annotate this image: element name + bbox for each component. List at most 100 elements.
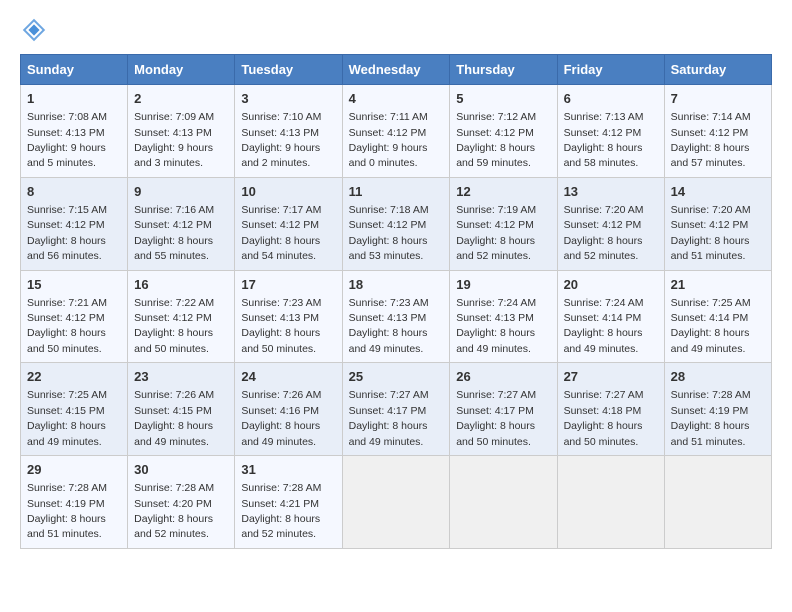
week-row-4: 22 Sunrise: 7:25 AMSunset: 4:15 PMDayligh…: [21, 363, 772, 456]
calendar-cell: 3 Sunrise: 7:10 AMSunset: 4:13 PMDaylight…: [235, 85, 342, 178]
day-detail: Sunrise: 7:16 AMSunset: 4:12 PMDaylight:…: [134, 204, 214, 262]
calendar-cell: 22 Sunrise: 7:25 AMSunset: 4:15 PMDayligh…: [21, 363, 128, 456]
day-number: 26: [456, 368, 550, 386]
day-detail: Sunrise: 7:17 AMSunset: 4:12 PMDaylight:…: [241, 204, 321, 262]
calendar-header-row: SundayMondayTuesdayWednesdayThursdayFrid…: [21, 55, 772, 85]
calendar-cell: 8 Sunrise: 7:15 AMSunset: 4:12 PMDaylight…: [21, 177, 128, 270]
day-number: 3: [241, 90, 335, 108]
calendar-cell: 26 Sunrise: 7:27 AMSunset: 4:17 PMDayligh…: [450, 363, 557, 456]
day-number: 29: [27, 461, 121, 479]
calendar-cell: 30Sunrise: 7:28 AMSunset: 4:20 PMDayligh…: [128, 456, 235, 549]
day-number: 8: [27, 183, 121, 201]
calendar-cell: [557, 456, 664, 549]
calendar-cell: 6Sunrise: 7:13 AMSunset: 4:12 PMDaylight…: [557, 85, 664, 178]
day-number: 16: [134, 276, 228, 294]
calendar-cell: [450, 456, 557, 549]
day-detail: Sunrise: 7:27 AMSunset: 4:17 PMDaylight:…: [349, 389, 429, 447]
day-number: 14: [671, 183, 765, 201]
header-tuesday: Tuesday: [235, 55, 342, 85]
day-detail: Sunrise: 7:12 AMSunset: 4:12 PMDaylight:…: [456, 111, 536, 169]
day-number: 21: [671, 276, 765, 294]
day-detail: Sunrise: 7:24 AMSunset: 4:13 PMDaylight:…: [456, 297, 536, 355]
day-number: 20: [564, 276, 658, 294]
page-header: [20, 16, 772, 44]
calendar-cell: 12Sunrise: 7:19 AMSunset: 4:12 PMDayligh…: [450, 177, 557, 270]
day-number: 10: [241, 183, 335, 201]
day-number: 15: [27, 276, 121, 294]
calendar-cell: 9 Sunrise: 7:16 AMSunset: 4:12 PMDaylight…: [128, 177, 235, 270]
week-row-3: 15 Sunrise: 7:21 AMSunset: 4:12 PMDayligh…: [21, 270, 772, 363]
calendar-cell: 19Sunrise: 7:24 AMSunset: 4:13 PMDayligh…: [450, 270, 557, 363]
day-number: 23: [134, 368, 228, 386]
header-saturday: Saturday: [664, 55, 771, 85]
day-detail: Sunrise: 7:25 AMSunset: 4:15 PMDaylight:…: [27, 389, 107, 447]
day-number: 7: [671, 90, 765, 108]
calendar-cell: 21 Sunrise: 7:25 AMSunset: 4:14 PMDayligh…: [664, 270, 771, 363]
header-sunday: Sunday: [21, 55, 128, 85]
day-detail: Sunrise: 7:18 AMSunset: 4:12 PMDaylight:…: [349, 204, 429, 262]
week-row-5: 29 Sunrise: 7:28 AMSunset: 4:19 PMDayligh…: [21, 456, 772, 549]
day-detail: Sunrise: 7:15 AMSunset: 4:12 PMDaylight:…: [27, 204, 107, 262]
calendar-cell: 20Sunrise: 7:24 AMSunset: 4:14 PMDayligh…: [557, 270, 664, 363]
day-detail: Sunrise: 7:20 AMSunset: 4:12 PMDaylight:…: [564, 204, 644, 262]
calendar-cell: 14 Sunrise: 7:20 AMSunset: 4:12 PMDayligh…: [664, 177, 771, 270]
day-number: 5: [456, 90, 550, 108]
calendar-cell: 10 Sunrise: 7:17 AMSunset: 4:12 PMDayligh…: [235, 177, 342, 270]
day-detail: Sunrise: 7:28 AMSunset: 4:21 PMDaylight:…: [241, 482, 321, 540]
calendar-cell: 29 Sunrise: 7:28 AMSunset: 4:19 PMDayligh…: [21, 456, 128, 549]
day-detail: Sunrise: 7:28 AMSunset: 4:19 PMDaylight:…: [671, 389, 751, 447]
day-number: 2: [134, 90, 228, 108]
day-detail: Sunrise: 7:11 AMSunset: 4:12 PMDaylight:…: [349, 111, 428, 169]
calendar-cell: 31 Sunrise: 7:28 AMSunset: 4:21 PMDayligh…: [235, 456, 342, 549]
day-number: 24: [241, 368, 335, 386]
day-number: 6: [564, 90, 658, 108]
calendar-table: SundayMondayTuesdayWednesdayThursdayFrid…: [20, 54, 772, 549]
day-number: 9: [134, 183, 228, 201]
day-detail: Sunrise: 7:27 AMSunset: 4:17 PMDaylight:…: [456, 389, 536, 447]
day-number: 1: [27, 90, 121, 108]
week-row-2: 8 Sunrise: 7:15 AMSunset: 4:12 PMDaylight…: [21, 177, 772, 270]
day-number: 30: [134, 461, 228, 479]
day-detail: Sunrise: 7:28 AMSunset: 4:19 PMDaylight:…: [27, 482, 107, 540]
header-friday: Friday: [557, 55, 664, 85]
week-row-1: 1 Sunrise: 7:08 AMSunset: 4:13 PMDaylight…: [21, 85, 772, 178]
calendar-cell: 11 Sunrise: 7:18 AMSunset: 4:12 PMDayligh…: [342, 177, 450, 270]
day-number: 22: [27, 368, 121, 386]
day-number: 25: [349, 368, 444, 386]
day-detail: Sunrise: 7:23 AMSunset: 4:13 PMDaylight:…: [349, 297, 429, 355]
logo-icon: [20, 16, 48, 44]
calendar-cell: 7Sunrise: 7:14 AMSunset: 4:12 PMDaylight…: [664, 85, 771, 178]
day-detail: Sunrise: 7:25 AMSunset: 4:14 PMDaylight:…: [671, 297, 751, 355]
day-detail: Sunrise: 7:23 AMSunset: 4:13 PMDaylight:…: [241, 297, 321, 355]
calendar-cell: 1 Sunrise: 7:08 AMSunset: 4:13 PMDaylight…: [21, 85, 128, 178]
day-detail: Sunrise: 7:26 AMSunset: 4:15 PMDaylight:…: [134, 389, 214, 447]
logo: [20, 16, 52, 44]
calendar-cell: [664, 456, 771, 549]
header-wednesday: Wednesday: [342, 55, 450, 85]
calendar-cell: 23 Sunrise: 7:26 AMSunset: 4:15 PMDayligh…: [128, 363, 235, 456]
day-number: 13: [564, 183, 658, 201]
day-detail: Sunrise: 7:09 AMSunset: 4:13 PMDaylight:…: [134, 111, 214, 169]
day-number: 27: [564, 368, 658, 386]
header-monday: Monday: [128, 55, 235, 85]
calendar-cell: 4 Sunrise: 7:11 AMSunset: 4:12 PMDaylight…: [342, 85, 450, 178]
day-detail: Sunrise: 7:10 AMSunset: 4:13 PMDaylight:…: [241, 111, 321, 169]
calendar-cell: 5 Sunrise: 7:12 AMSunset: 4:12 PMDaylight…: [450, 85, 557, 178]
day-detail: Sunrise: 7:20 AMSunset: 4:12 PMDaylight:…: [671, 204, 751, 262]
calendar-cell: 28Sunrise: 7:28 AMSunset: 4:19 PMDayligh…: [664, 363, 771, 456]
header-thursday: Thursday: [450, 55, 557, 85]
day-number: 4: [349, 90, 444, 108]
day-number: 31: [241, 461, 335, 479]
calendar-cell: 16Sunrise: 7:22 AMSunset: 4:12 PMDayligh…: [128, 270, 235, 363]
calendar-cell: 13 Sunrise: 7:20 AMSunset: 4:12 PMDayligh…: [557, 177, 664, 270]
day-number: 11: [349, 183, 444, 201]
day-number: 18: [349, 276, 444, 294]
day-detail: Sunrise: 7:26 AMSunset: 4:16 PMDaylight:…: [241, 389, 321, 447]
calendar-cell: 25 Sunrise: 7:27 AMSunset: 4:17 PMDayligh…: [342, 363, 450, 456]
calendar-cell: 2 Sunrise: 7:09 AMSunset: 4:13 PMDaylight…: [128, 85, 235, 178]
day-detail: Sunrise: 7:08 AMSunset: 4:13 PMDaylight:…: [27, 111, 107, 169]
calendar-cell: 15 Sunrise: 7:21 AMSunset: 4:12 PMDayligh…: [21, 270, 128, 363]
calendar-cell: 17Sunrise: 7:23 AMSunset: 4:13 PMDayligh…: [235, 270, 342, 363]
day-detail: Sunrise: 7:27 AMSunset: 4:18 PMDaylight:…: [564, 389, 644, 447]
day-detail: Sunrise: 7:21 AMSunset: 4:12 PMDaylight:…: [27, 297, 107, 355]
